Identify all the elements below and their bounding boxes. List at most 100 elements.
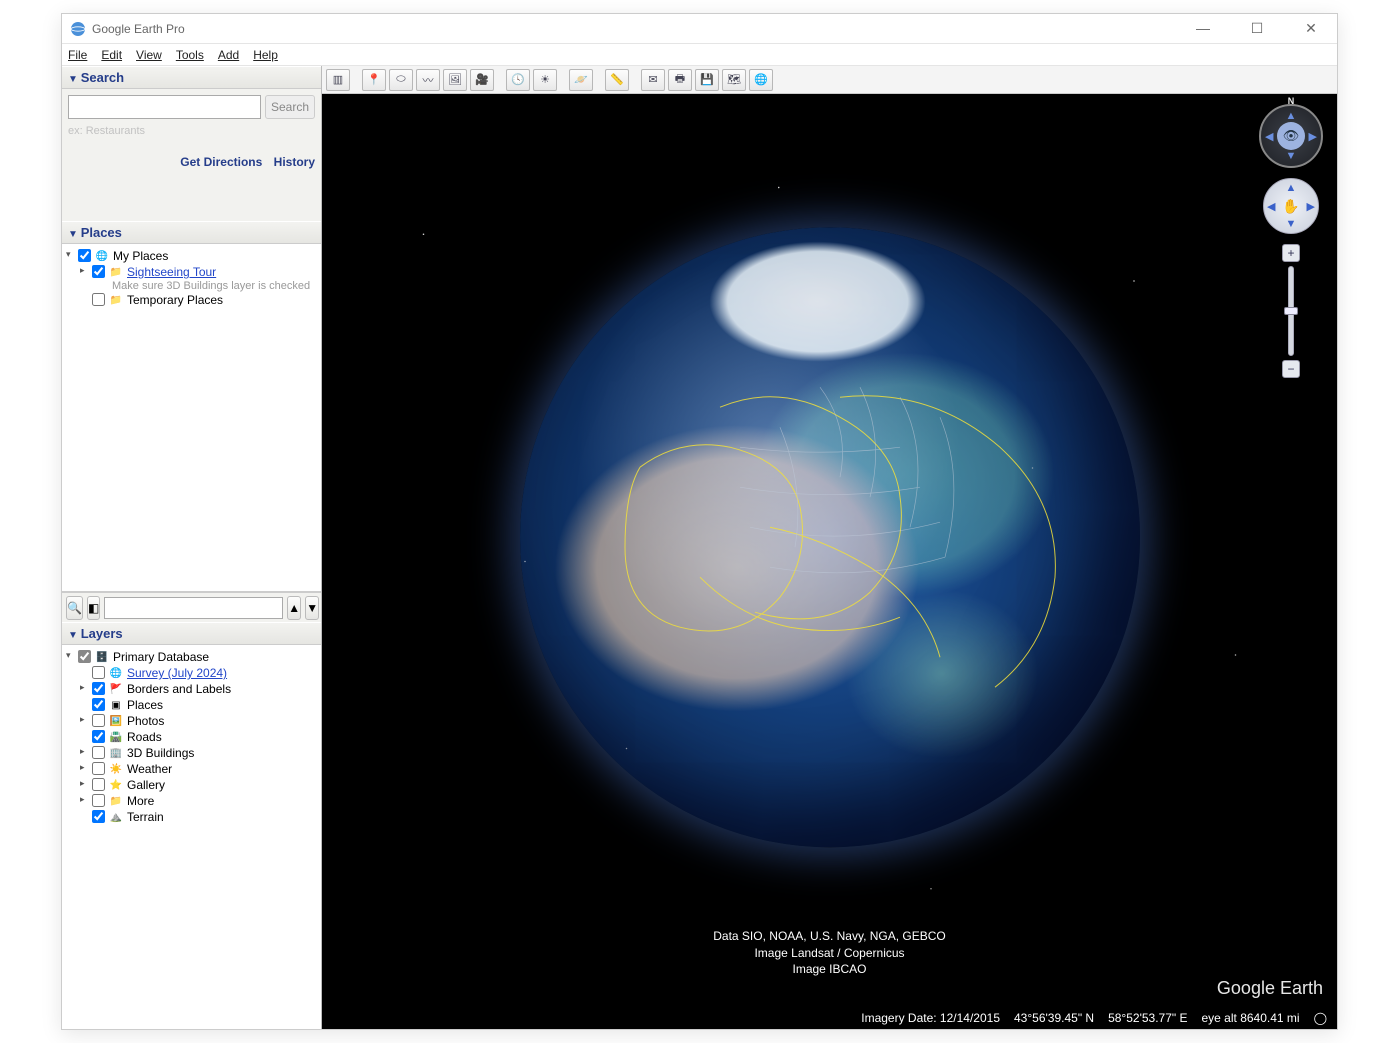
zoom-out-button[interactable]: − — [1282, 360, 1300, 378]
borders-node[interactable]: Borders and Labels — [127, 682, 231, 696]
weather-node[interactable]: Weather — [127, 762, 172, 776]
places-filter-input[interactable] — [104, 597, 283, 619]
add-path-button[interactable]: 〰 — [416, 69, 440, 91]
look-right-icon[interactable]: ▶ — [1309, 130, 1317, 143]
zoom-control: + − — [1282, 244, 1300, 378]
print-button[interactable]: 🖶 — [668, 69, 692, 91]
temporary-checkbox[interactable] — [92, 293, 105, 306]
zoom-slider[interactable] — [1288, 266, 1294, 356]
terrain-node[interactable]: Terrain — [127, 810, 164, 824]
road-icon: 🛣️ — [109, 730, 123, 744]
expand-icon[interactable]: ▸ — [80, 794, 92, 805]
earth-view[interactable]: N ▲ ▼ ◀ ▶ 👁 ▲ ▼ ◀ ▶ ✋ + — [322, 94, 1337, 1029]
ruler-button[interactable]: 📏 — [605, 69, 629, 91]
buildings-node[interactable]: 3D Buildings — [127, 746, 194, 760]
photos-checkbox[interactable] — [92, 714, 105, 727]
search-places-button[interactable]: 🔍 — [66, 596, 83, 620]
myplaces-node[interactable]: My Places — [113, 249, 168, 263]
flag-icon: 🚩 — [109, 682, 123, 696]
pan-up-icon[interactable]: ▲ — [1286, 182, 1297, 194]
zoom-in-button[interactable]: + — [1282, 244, 1300, 262]
add-polygon-button[interactable]: ⬭ — [389, 69, 413, 91]
expand-icon[interactable]: ▸ — [80, 682, 92, 693]
terrain-checkbox[interactable] — [92, 810, 105, 823]
sightseeing-node[interactable]: Sightseeing Tour — [127, 265, 216, 279]
menu-view[interactable]: View — [136, 48, 162, 62]
folder-icon: 📁 — [109, 794, 123, 808]
pan-left-icon[interactable]: ◀ — [1267, 200, 1275, 213]
search-hint: ex: Restaurants — [68, 125, 315, 137]
expand-icon[interactable]: ▸ — [80, 762, 92, 773]
temporary-node[interactable]: Temporary Places — [127, 293, 223, 307]
place-icon: ▣ — [109, 698, 123, 712]
survey-checkbox[interactable] — [92, 666, 105, 679]
look-left-icon[interactable]: ◀ — [1265, 130, 1273, 143]
panel-toggle-button[interactable]: ◧ — [87, 596, 100, 620]
search-button[interactable]: Search — [265, 95, 315, 119]
more-node[interactable]: More — [127, 794, 154, 808]
look-compass[interactable]: N ▲ ▼ ◀ ▶ 👁 — [1259, 104, 1323, 168]
zoom-handle[interactable] — [1284, 307, 1298, 315]
more-checkbox[interactable] — [92, 794, 105, 807]
borders-checkbox[interactable] — [92, 682, 105, 695]
pan-control[interactable]: ▲ ▼ ◀ ▶ ✋ — [1263, 178, 1319, 234]
attribution-text: Data SIO, NOAA, U.S. Navy, NGA, GEBCO Im… — [713, 928, 946, 977]
layers-panel-header[interactable]: Layers — [62, 622, 321, 645]
search-input[interactable] — [68, 95, 261, 119]
sidebar: Search Search ex: Restaurants Get Direct… — [62, 66, 322, 1029]
search-panel-header[interactable]: Search — [62, 66, 321, 89]
pan-down-icon[interactable]: ▼ — [1286, 218, 1297, 230]
expand-icon[interactable]: ▸ — [80, 746, 92, 757]
look-down-icon[interactable]: ▼ — [1286, 150, 1297, 162]
email-button[interactable]: ✉ — [641, 69, 665, 91]
sign-in-button[interactable]: 🌐 — [749, 69, 773, 91]
menu-edit[interactable]: Edit — [101, 48, 122, 62]
expand-icon[interactable]: ▾ — [66, 650, 78, 661]
gallery-checkbox[interactable] — [92, 778, 105, 791]
menu-help[interactable]: Help — [253, 48, 278, 62]
sightseeing-hint: Make sure 3D Buildings layer is checked — [112, 280, 317, 292]
primary-db-node[interactable]: Primary Database — [113, 650, 209, 664]
gallery-node[interactable]: Gallery — [127, 778, 165, 792]
toggle-sidebar-button[interactable]: ▥ — [326, 69, 350, 91]
survey-node[interactable]: Survey (July 2024) — [127, 666, 227, 680]
sightseeing-checkbox[interactable] — [92, 265, 105, 278]
expand-icon[interactable]: ▸ — [80, 265, 92, 276]
planet-button[interactable]: 🪐 — [569, 69, 593, 91]
save-image-button[interactable]: 💾 — [695, 69, 719, 91]
roads-checkbox[interactable] — [92, 730, 105, 743]
photos-node[interactable]: Photos — [127, 714, 164, 728]
maximize-button[interactable]: ☐ — [1239, 20, 1275, 37]
menu-file[interactable]: File — [68, 48, 87, 62]
expand-icon[interactable]: ▸ — [80, 778, 92, 789]
view-in-maps-button[interactable]: 🗺 — [722, 69, 746, 91]
places-panel-header[interactable]: Places — [62, 221, 321, 244]
pan-right-icon[interactable]: ▶ — [1307, 200, 1315, 213]
myplaces-checkbox[interactable] — [78, 249, 91, 262]
roads-node[interactable]: Roads — [127, 730, 162, 744]
places-toolbar: 🔍 ◧ ▲ ▼ — [62, 592, 321, 622]
building-icon: 🏢 — [109, 746, 123, 760]
sunlight-button[interactable]: ☀ — [533, 69, 557, 91]
move-up-button[interactable]: ▲ — [287, 596, 301, 620]
placeslayer-checkbox[interactable] — [92, 698, 105, 711]
get-directions-link[interactable]: Get Directions — [180, 155, 262, 169]
add-placemark-button[interactable]: 📍 — [362, 69, 386, 91]
menu-add[interactable]: Add — [218, 48, 239, 62]
menu-tools[interactable]: Tools — [176, 48, 204, 62]
primary-db-checkbox[interactable] — [78, 650, 91, 663]
buildings-checkbox[interactable] — [92, 746, 105, 759]
move-down-button[interactable]: ▼ — [305, 596, 319, 620]
minimize-button[interactable]: — — [1185, 20, 1221, 37]
record-tour-button[interactable]: 🎥 — [470, 69, 494, 91]
look-up-icon[interactable]: ▲ — [1286, 110, 1297, 122]
expand-icon[interactable]: ▾ — [66, 249, 78, 260]
earth-icon: 🌐 — [109, 666, 123, 680]
historical-imagery-button[interactable]: 🕓 — [506, 69, 530, 91]
close-button[interactable]: ✕ — [1293, 20, 1329, 37]
add-image-overlay-button[interactable]: 🖼 — [443, 69, 467, 91]
history-link[interactable]: History — [274, 155, 315, 169]
expand-icon[interactable]: ▸ — [80, 714, 92, 725]
placeslayer-node[interactable]: Places — [127, 698, 163, 712]
weather-checkbox[interactable] — [92, 762, 105, 775]
